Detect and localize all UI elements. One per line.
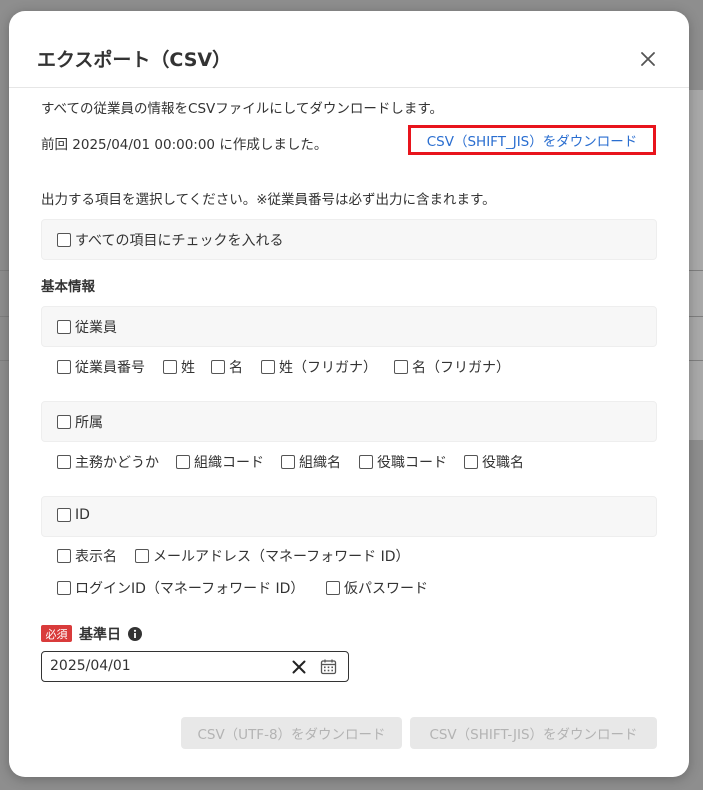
checkbox-email[interactable]: メールアドレス（マネーフォワード ID） xyxy=(135,546,410,566)
close-icon xyxy=(641,52,655,66)
checkbox[interactable] xyxy=(163,360,177,374)
checkbox-label: ID xyxy=(75,507,90,523)
checkbox-label: 組織コード xyxy=(194,455,264,471)
checkbox[interactable] xyxy=(135,549,149,563)
id-group-box xyxy=(41,496,657,537)
checkbox[interactable] xyxy=(57,581,71,595)
required-badge: 必須 xyxy=(41,625,72,642)
checkbox-employee-number[interactable]: 従業員番号 xyxy=(57,357,145,377)
export-csv-modal: エクスポート（CSV） すべての従業員の情報をCSVファイルにしてダウンロードし… xyxy=(9,11,689,777)
checkbox-first-name[interactable]: 名 xyxy=(211,357,243,377)
download-utf8-button[interactable]: CSV（UTF-8）をダウンロード xyxy=(181,717,402,749)
checkbox[interactable] xyxy=(394,360,408,374)
checkbox[interactable] xyxy=(57,455,71,469)
checkbox-temp-password[interactable]: 仮パスワード xyxy=(326,578,428,598)
checkbox-last-name-kana[interactable]: 姓（フリガナ） xyxy=(261,357,377,377)
reference-date-label: 基準日 xyxy=(79,627,121,643)
checkbox-label: 従業員 xyxy=(75,320,117,336)
checkbox-position-code[interactable]: 役職コード xyxy=(359,452,447,472)
checkbox-position-name[interactable]: 役職名 xyxy=(464,452,524,472)
download-sjis-button[interactable]: CSV（SHIFT-JIS）をダウンロード xyxy=(410,717,657,749)
info-icon[interactable] xyxy=(128,627,142,641)
clear-icon[interactable] xyxy=(292,660,306,674)
basic-info-heading: 基本情報 xyxy=(41,279,95,295)
checkbox-login-id[interactable]: ログインID（マネーフォワード ID） xyxy=(57,578,304,598)
checkbox[interactable] xyxy=(464,455,478,469)
employee-group-box xyxy=(41,306,657,347)
checkbox-last-name[interactable]: 姓 xyxy=(163,357,195,377)
checkbox-label: メールアドレス（マネーフォワード ID） xyxy=(153,549,410,565)
select-all-checkbox[interactable]: すべての項目にチェックを入れる xyxy=(57,230,283,250)
checkbox-label: 役職コード xyxy=(377,455,447,471)
checkbox[interactable] xyxy=(261,360,275,374)
header-divider xyxy=(9,87,689,88)
checkbox-label: すべての項目にチェックを入れる xyxy=(75,233,284,249)
checkbox-label: 従業員番号 xyxy=(75,360,145,376)
checkbox-org-name[interactable]: 組織名 xyxy=(281,452,341,472)
checkbox-label: 姓 xyxy=(181,360,195,376)
checkbox[interactable] xyxy=(57,233,71,247)
checkbox-label: 仮パスワード xyxy=(344,581,428,597)
background-scrollbar-area xyxy=(689,90,703,440)
reference-date-input[interactable]: 2025/04/01 xyxy=(41,651,349,682)
checkbox[interactable] xyxy=(57,320,71,334)
checkbox[interactable] xyxy=(359,455,373,469)
checkbox[interactable] xyxy=(57,415,71,429)
checkbox[interactable] xyxy=(176,455,190,469)
calendar-icon[interactable] xyxy=(320,658,337,675)
employee-group-checkbox[interactable]: 従業員 xyxy=(57,317,117,337)
checkbox-label: 表示名 xyxy=(75,549,117,565)
checkbox-org-code[interactable]: 組織コード xyxy=(176,452,264,472)
select-instruction-text: 出力する項目を選択してください。※従業員番号は必ず出力に含まれます。 xyxy=(41,192,496,208)
checkbox[interactable] xyxy=(57,549,71,563)
description-text: すべての従業員の情報をCSVファイルにしてダウンロードします。 xyxy=(41,101,443,117)
checkbox[interactable] xyxy=(211,360,225,374)
checkbox-first-name-kana[interactable]: 名（フリガナ） xyxy=(394,357,510,377)
affiliation-group-box xyxy=(41,401,657,442)
checkbox-label: 姓（フリガナ） xyxy=(279,360,377,376)
checkbox-display-name[interactable]: 表示名 xyxy=(57,546,117,566)
affiliation-group-checkbox[interactable]: 所属 xyxy=(57,412,103,432)
checkbox-label: 組織名 xyxy=(299,455,341,471)
checkbox-label: 所属 xyxy=(75,415,103,431)
checkbox[interactable] xyxy=(281,455,295,469)
checkbox[interactable] xyxy=(57,508,71,522)
id-group-checkbox[interactable]: ID xyxy=(57,507,90,523)
checkbox-label: 名（フリガナ） xyxy=(412,360,510,376)
modal-title: エクスポート（CSV） xyxy=(37,49,232,71)
checkbox-label: 名 xyxy=(229,360,243,376)
checkbox-label: ログインID（マネーフォワード ID） xyxy=(75,581,305,597)
checkbox[interactable] xyxy=(326,581,340,595)
checkbox-primary-affiliation[interactable]: 主務かどうか xyxy=(57,452,159,472)
checkbox-label: 主務かどうか xyxy=(75,455,159,471)
checkbox[interactable] xyxy=(57,360,71,374)
previous-csv-download-link[interactable]: CSV（SHIFT_JIS）をダウンロード xyxy=(408,125,656,155)
previous-export-text: 前回 2025/04/01 00:00:00 に作成しました。 xyxy=(41,137,328,153)
date-value: 2025/04/01 xyxy=(50,658,131,674)
checkbox-label: 役職名 xyxy=(482,455,524,471)
close-button[interactable] xyxy=(635,46,661,72)
